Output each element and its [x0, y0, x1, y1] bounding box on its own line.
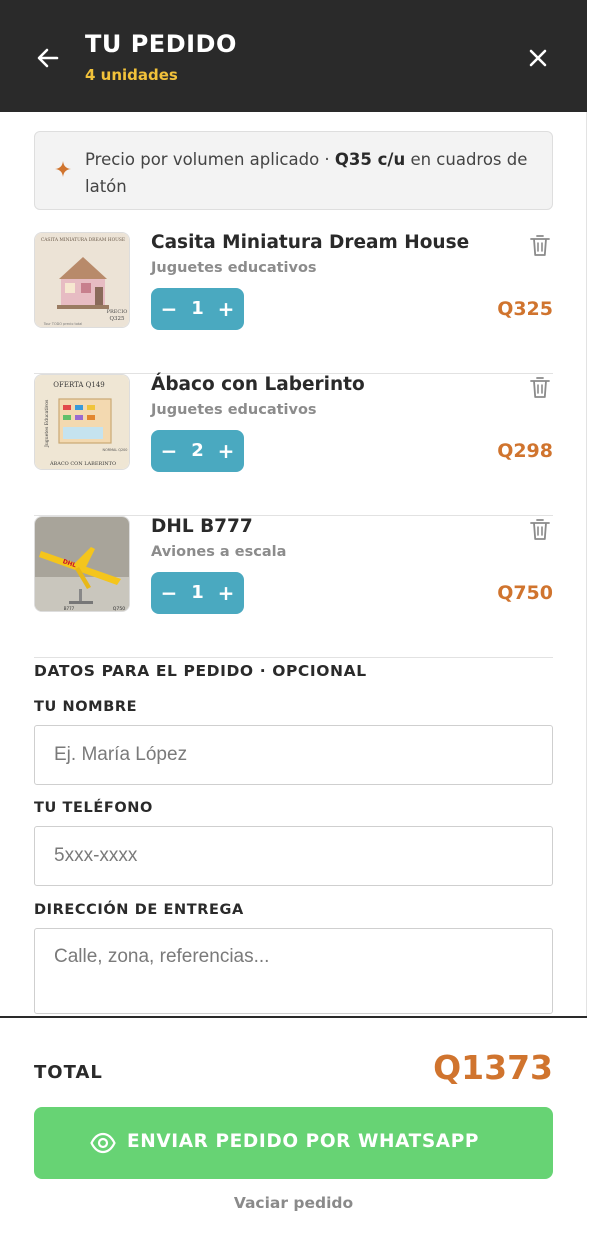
- thumb-house-price: Q325: [109, 316, 125, 322]
- item-price: Q750: [497, 582, 553, 604]
- address-field[interactable]: [34, 928, 553, 1014]
- quantity-value: 1: [191, 582, 204, 603]
- quantity-value: 2: [191, 440, 204, 461]
- item-category: Juguetes educativos: [151, 402, 317, 418]
- close-icon: [529, 49, 547, 67]
- send-whatsapp-button[interactable]: ENVIAR PEDIDO POR WHATSAPP: [34, 1107, 553, 1179]
- increase-qty-button[interactable]: +: [211, 288, 241, 330]
- thumb-plane-price: Q750: [113, 606, 125, 612]
- item-category: Juguetes educativos: [151, 260, 317, 276]
- arrow-left-icon: [37, 48, 59, 68]
- quantity-stepper: − 1 +: [151, 288, 244, 330]
- units-count: 4 unidades: [85, 66, 178, 84]
- increase-qty-button[interactable]: +: [211, 572, 241, 614]
- address-label: DIRECCIÓN DE ENTREGA: [34, 902, 244, 918]
- thumb-house-top: CASITA MINIATURA DREAM HOUSE: [41, 238, 125, 243]
- quantity-value: 1: [191, 298, 204, 319]
- clear-order-link[interactable]: Vaciar pedido: [0, 1194, 587, 1212]
- back-button[interactable]: [34, 44, 62, 72]
- item-category: Aviones a escala: [151, 544, 287, 560]
- volume-price-notice: Precio por volumen aplicado · Q35 c/u en…: [34, 131, 553, 210]
- eye-icon: [90, 1132, 116, 1154]
- sparkle-icon: [55, 161, 71, 177]
- product-image-dream-house: CASITA MINIATURA DREAM HOUSE PRECIO Q325…: [34, 232, 130, 328]
- trash-icon: [530, 235, 550, 256]
- quantity-stepper: − 2 +: [151, 430, 244, 472]
- item-name: Ábaco con Laberinto: [151, 374, 365, 395]
- close-button[interactable]: [524, 44, 552, 72]
- thumb-abacus-side: Juguetes Educativos: [44, 399, 50, 448]
- cart-footer: TOTAL Q1373 ENVIAR PEDIDO POR WHATSAPP V…: [0, 1016, 587, 1246]
- name-field[interactable]: [34, 725, 553, 785]
- trash-icon: [530, 377, 550, 398]
- remove-item-button[interactable]: [529, 234, 551, 258]
- cart-item: DHL B777 Q750 DHL B777 Aviones a escala …: [34, 516, 553, 658]
- cart-panel: TU PEDIDO 4 unidades Precio por volumen …: [0, 0, 587, 1246]
- thumb-plane-model: B777: [64, 606, 75, 611]
- cart-header: TU PEDIDO 4 unidades: [0, 0, 587, 112]
- cart-item: CASITA MINIATURA DREAM HOUSE PRECIO Q325…: [34, 232, 553, 374]
- thumb-abacus-normal: NORMAL Q200: [103, 448, 128, 452]
- send-whatsapp-label: ENVIAR PEDIDO POR WHATSAPP: [127, 1131, 480, 1152]
- name-label: TU NOMBRE: [34, 699, 138, 715]
- notice-highlight: Q35 c/u: [334, 150, 406, 169]
- decrease-qty-button[interactable]: −: [154, 288, 184, 330]
- page-title: TU PEDIDO: [85, 30, 237, 58]
- product-image-abacus: OFERTA Q149 Juguetes Educativos NORMAL Q…: [34, 374, 130, 470]
- thumb-house-price-label: PRECIO: [107, 309, 128, 315]
- item-name: Casita Miniatura Dream House: [151, 232, 470, 253]
- quantity-stepper: − 1 +: [151, 572, 244, 614]
- notice-text: Precio por volumen aplicado · Q35 c/u en…: [85, 150, 528, 196]
- trash-icon: [530, 519, 550, 540]
- cart-item: OFERTA Q149 Juguetes Educativos NORMAL Q…: [34, 374, 553, 516]
- item-price: Q298: [497, 440, 553, 462]
- increase-qty-button[interactable]: +: [211, 430, 241, 472]
- item-price: Q325: [497, 298, 553, 320]
- remove-item-button[interactable]: [529, 376, 551, 400]
- product-image-dhl-b777: DHL B777 Q750: [34, 516, 130, 612]
- total-label: TOTAL: [34, 1062, 103, 1083]
- phone-label: TU TELÉFONO: [34, 800, 153, 816]
- thumb-abacus-bottom: ÁBACO CON LABERINTO: [49, 460, 116, 467]
- phone-field[interactable]: [34, 826, 553, 886]
- decrease-qty-button[interactable]: −: [154, 572, 184, 614]
- remove-item-button[interactable]: [529, 518, 551, 542]
- item-name: DHL B777: [151, 516, 253, 537]
- thumb-abacus-top: OFERTA Q149: [53, 381, 105, 389]
- total-value: Q1373: [433, 1048, 553, 1087]
- order-details-title: DATOS PARA EL PEDIDO · OPCIONAL: [34, 662, 367, 680]
- decrease-qty-button[interactable]: −: [154, 430, 184, 472]
- thumb-house-bottom: Tour TODO precio total: [43, 322, 83, 326]
